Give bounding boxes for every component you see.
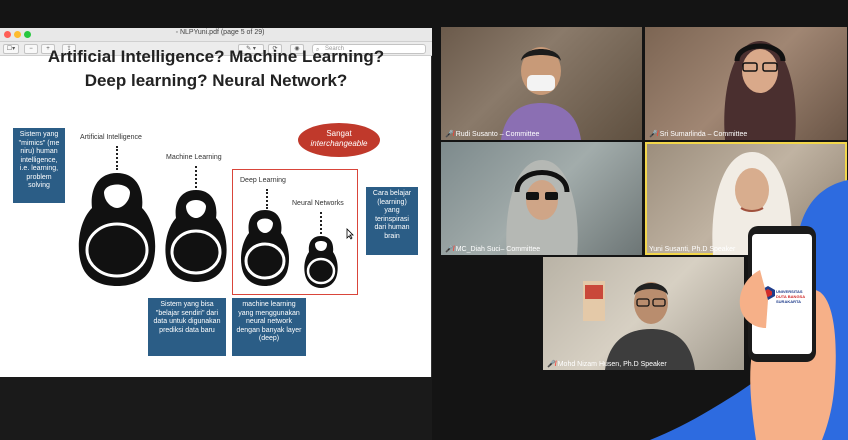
mic-muted-icon: 🎤̸	[445, 131, 454, 138]
university-name: UNIVERSITAS DUTA BANGSA SURAKARTA	[776, 289, 806, 304]
thumb-decor	[739, 270, 768, 328]
mic-muted-icon: 🎤̸	[649, 131, 658, 138]
connector-ai	[116, 146, 118, 170]
callout-dl-definition: machine learning yang menggunakan neural…	[232, 298, 306, 356]
participant-name-label: 🎤̸ Mohd Nizam Husen, Ph.D Speaker	[547, 361, 667, 368]
participant-avatar	[501, 47, 581, 140]
callout-ai-definition: Sistem yang "mimics" (me niru) human int…	[13, 128, 65, 203]
mouse-cursor-icon	[346, 228, 354, 240]
window-title: ▫ NLPYuni.pdf (page 5 of 29)	[175, 29, 265, 36]
close-window-button[interactable]	[4, 31, 11, 38]
connector-ml	[195, 166, 197, 188]
participant-name-label: 🎤̸ MC_Diah Suci– Committee	[445, 246, 541, 253]
ml-doll-icon	[165, 190, 227, 282]
callout-nn-definition: Cara belajar (learning) yang terinspiras…	[366, 187, 418, 255]
slide-title-line1: Artificial Intelligence? Machine Learnin…	[47, 47, 385, 66]
window-titlebar: ▫ NLPYuni.pdf (page 5 of 29)	[0, 28, 432, 42]
participant-avatar	[506, 160, 578, 255]
deep-learning-highlight-box	[232, 169, 358, 295]
pdf-file-icon: ▫	[175, 29, 179, 36]
video-tile-rudi-susanto[interactable]: 🎤̸ Rudi Susanto – Committee	[441, 27, 642, 140]
participant-name-label: 🎤̸ Rudi Susanto – Committee	[445, 131, 540, 138]
minimize-window-button[interactable]	[14, 31, 21, 38]
interchangeable-speech-bubble: Sangat interchangeable	[298, 123, 380, 157]
participant-name-label: 🎤̸ Sri Sumarlinda – Committee	[649, 131, 748, 138]
label-machine-learning: Machine Learning	[166, 154, 222, 161]
callout-ml-definition: Sistem yang bisa "belajar sendiri" dari …	[148, 298, 226, 356]
video-tile-sri-sumarlinda[interactable]: 🎤̸ Sri Sumarlinda – Committee	[645, 27, 847, 140]
label-artificial-intelligence: Artificial Intelligence	[80, 134, 142, 141]
screen-share-bottom-area	[0, 377, 432, 440]
maximize-window-button[interactable]	[24, 31, 31, 38]
video-tile-mc-diah-suci[interactable]: 🎤̸ MC_Diah Suci– Committee	[441, 142, 642, 255]
slide-title-line2: Deep learning? Neural Network?	[84, 71, 348, 90]
zoom-meeting-screen: ▫ NLPYuni.pdf (page 5 of 29) ☐▾ − + ⇪ ✎ …	[0, 0, 848, 440]
mic-muted-icon: 🎤̸	[547, 361, 556, 368]
ai-doll-icon	[78, 173, 156, 286]
participant-avatar	[724, 41, 796, 140]
mic-muted-icon: 🎤̸	[445, 246, 454, 253]
